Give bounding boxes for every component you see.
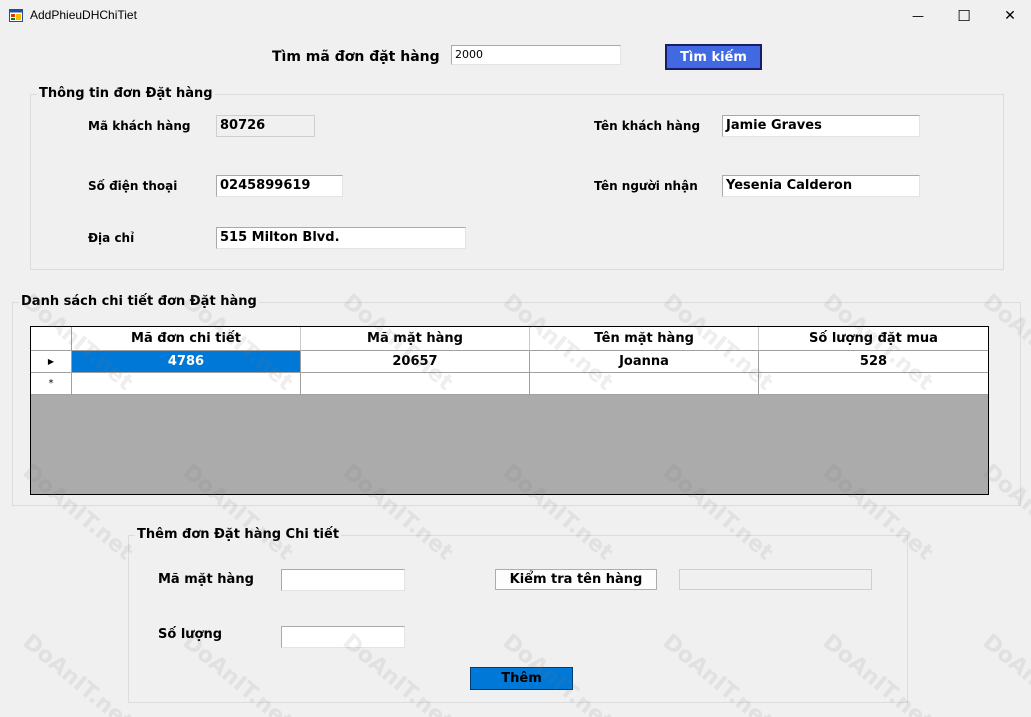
customer-name-field[interactable]: Jamie Graves	[722, 115, 920, 137]
search-button[interactable]: Tìm kiếm	[665, 44, 762, 70]
watermark-logo: DoAnIT.net	[977, 629, 1031, 717]
item-code-label: Mã mặt hàng	[158, 572, 254, 587]
address-field[interactable]: 515 Milton Blvd.	[216, 227, 466, 249]
close-button[interactable]: ✕	[987, 0, 1031, 32]
grid-column-header[interactable]: Mã đơn chi tiết	[72, 327, 301, 351]
minimize-button[interactable]: —	[895, 0, 941, 32]
grid-column-header[interactable]: Tên mặt hàng	[530, 327, 759, 351]
grid-header-row: Mã đơn chi tiết Mã mặt hàng Tên mặt hàng…	[31, 327, 988, 351]
phone-label: Số điện thoại	[88, 179, 178, 193]
grid-cell[interactable]: Joanna	[530, 351, 759, 373]
search-label: Tìm mã đơn đặt hàng	[272, 49, 440, 65]
grid-cell[interactable]	[301, 373, 530, 395]
grid-cell[interactable]	[530, 373, 759, 395]
title-bar: AddPhieuDHChiTiet — ☐ ✕	[0, 0, 1031, 32]
table-row[interactable]: *	[31, 373, 988, 395]
order-info-title: Thông tin đơn Đặt hàng	[37, 86, 215, 101]
detail-grid[interactable]: Mã đơn chi tiết Mã mặt hàng Tên mặt hàng…	[30, 326, 989, 495]
detail-list-title: Danh sách chi tiết đơn Đặt hàng	[19, 294, 259, 309]
grid-cell[interactable]: 528	[759, 351, 988, 373]
close-icon: ✕	[1004, 8, 1016, 24]
table-row[interactable]: ▶ 4786 20657 Joanna 528	[31, 351, 988, 373]
customer-id-field[interactable]: 80726	[216, 115, 315, 137]
grid-cell[interactable]	[72, 373, 301, 395]
quantity-label: Số lượng	[158, 627, 223, 642]
customer-name-label: Tên khách hàng	[594, 119, 701, 133]
grid-cell[interactable]: 20657	[301, 351, 530, 373]
maximize-button[interactable]: ☐	[941, 0, 987, 32]
quantity-input[interactable]	[281, 626, 405, 648]
grid-cell[interactable]	[759, 373, 988, 395]
grid-cell[interactable]: 4786	[72, 351, 301, 373]
recipient-label: Tên người nhận	[594, 179, 698, 193]
row-indicator-icon[interactable]: ▶	[31, 351, 72, 373]
address-label: Địa chỉ	[88, 231, 135, 245]
grid-column-header[interactable]: Số lượng đặt mua	[759, 327, 988, 351]
window-title: AddPhieuDHChiTiet	[30, 8, 137, 22]
item-name-field[interactable]	[679, 569, 872, 590]
maximize-icon: ☐	[957, 7, 971, 25]
phone-field[interactable]: 0245899619	[216, 175, 343, 197]
app-icon	[9, 9, 23, 22]
grid-corner	[31, 327, 72, 351]
search-input[interactable]: 2000	[451, 45, 621, 65]
grid-column-header[interactable]: Mã mặt hàng	[301, 327, 530, 351]
recipient-field[interactable]: Yesenia Calderon	[722, 175, 920, 197]
new-row-indicator-icon[interactable]: *	[31, 373, 72, 395]
check-item-name-button[interactable]: Kiểm tra tên hàng	[495, 569, 657, 590]
add-detail-title: Thêm đơn Đặt hàng Chi tiết	[135, 527, 342, 542]
watermark-logo: DoAnIT.net	[17, 629, 138, 717]
item-code-input[interactable]	[281, 569, 405, 591]
minimize-icon: —	[912, 9, 924, 23]
add-button[interactable]: Thêm	[470, 667, 573, 690]
customer-id-label: Mã khách hàng	[88, 119, 191, 133]
